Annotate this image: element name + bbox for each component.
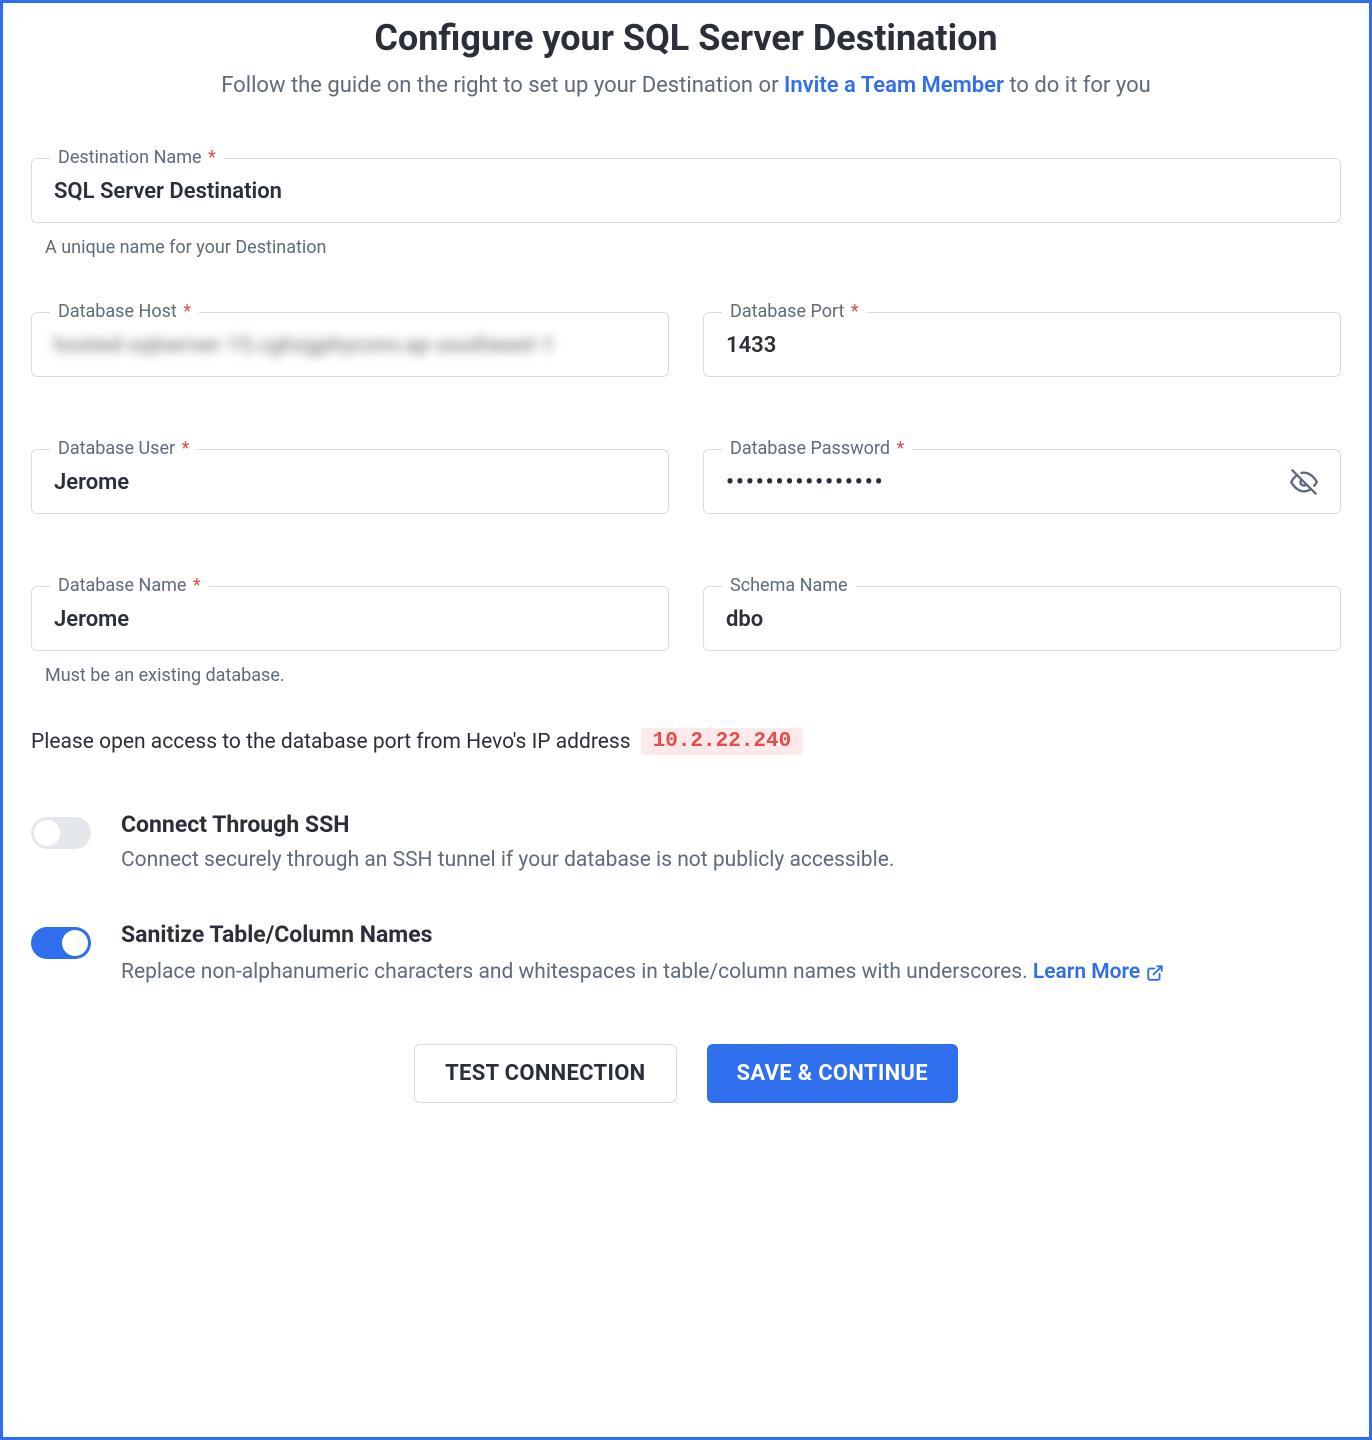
learn-more-link[interactable]: Learn More <box>1033 958 1164 987</box>
subtitle-pre: Follow the guide on the right to set up … <box>221 73 784 98</box>
destination-name-helper: A unique name for your Destination <box>45 237 1341 258</box>
ssh-toggle[interactable] <box>31 817 91 849</box>
database-password-input[interactable] <box>726 470 1318 495</box>
database-user-input[interactable] <box>54 470 646 495</box>
test-connection-button[interactable]: TEST CONNECTION <box>414 1044 676 1103</box>
database-host-label: Database Host * <box>50 301 199 322</box>
external-link-icon <box>1146 964 1164 982</box>
database-user-field[interactable]: Database User * <box>31 449 669 514</box>
destination-name-input[interactable] <box>54 179 1318 204</box>
database-password-field[interactable]: Database Password * <box>703 449 1341 514</box>
eye-off-icon[interactable] <box>1290 468 1318 496</box>
sanitize-toggle-title: Sanitize Table/Column Names <box>121 921 1164 948</box>
invite-team-member-link[interactable]: Invite a Team Member <box>784 73 1004 98</box>
destination-name-field[interactable]: Destination Name * <box>31 158 1341 223</box>
ssh-toggle-title: Connect Through SSH <box>121 811 894 838</box>
page-subtitle: Follow the guide on the right to set up … <box>31 73 1341 98</box>
schema-name-input[interactable] <box>726 607 1318 632</box>
page-title: Configure your SQL Server Destination <box>31 17 1341 59</box>
destination-name-label: Destination Name * <box>50 147 224 168</box>
ip-chip: 10.2.22.240 <box>641 728 804 755</box>
database-user-label: Database User * <box>50 438 197 459</box>
schema-name-field[interactable]: Schema Name <box>703 586 1341 651</box>
subtitle-post: to do it for you <box>1004 73 1151 98</box>
database-name-label: Database Name * <box>50 575 209 596</box>
database-port-input[interactable] <box>726 333 1318 358</box>
database-name-helper: Must be an existing database. <box>45 665 669 686</box>
sanitize-toggle[interactable] <box>31 927 91 959</box>
database-host-input[interactable] <box>54 333 646 358</box>
ssh-toggle-desc: Connect securely through an SSH tunnel i… <box>121 846 894 875</box>
ip-note-text: Please open access to the database port … <box>31 730 631 754</box>
sanitize-toggle-desc: Replace non-alphanumeric characters and … <box>121 956 1164 987</box>
save-continue-button[interactable]: SAVE & CONTINUE <box>707 1044 958 1103</box>
database-port-label: Database Port * <box>722 301 867 322</box>
database-name-field[interactable]: Database Name * <box>31 586 669 651</box>
database-password-label: Database Password * <box>722 438 912 459</box>
database-name-input[interactable] <box>54 607 646 632</box>
database-port-field[interactable]: Database Port * <box>703 312 1341 377</box>
ip-access-note: Please open access to the database port … <box>31 728 1341 755</box>
database-host-field[interactable]: Database Host * <box>31 312 669 377</box>
schema-name-label: Schema Name <box>722 575 856 596</box>
